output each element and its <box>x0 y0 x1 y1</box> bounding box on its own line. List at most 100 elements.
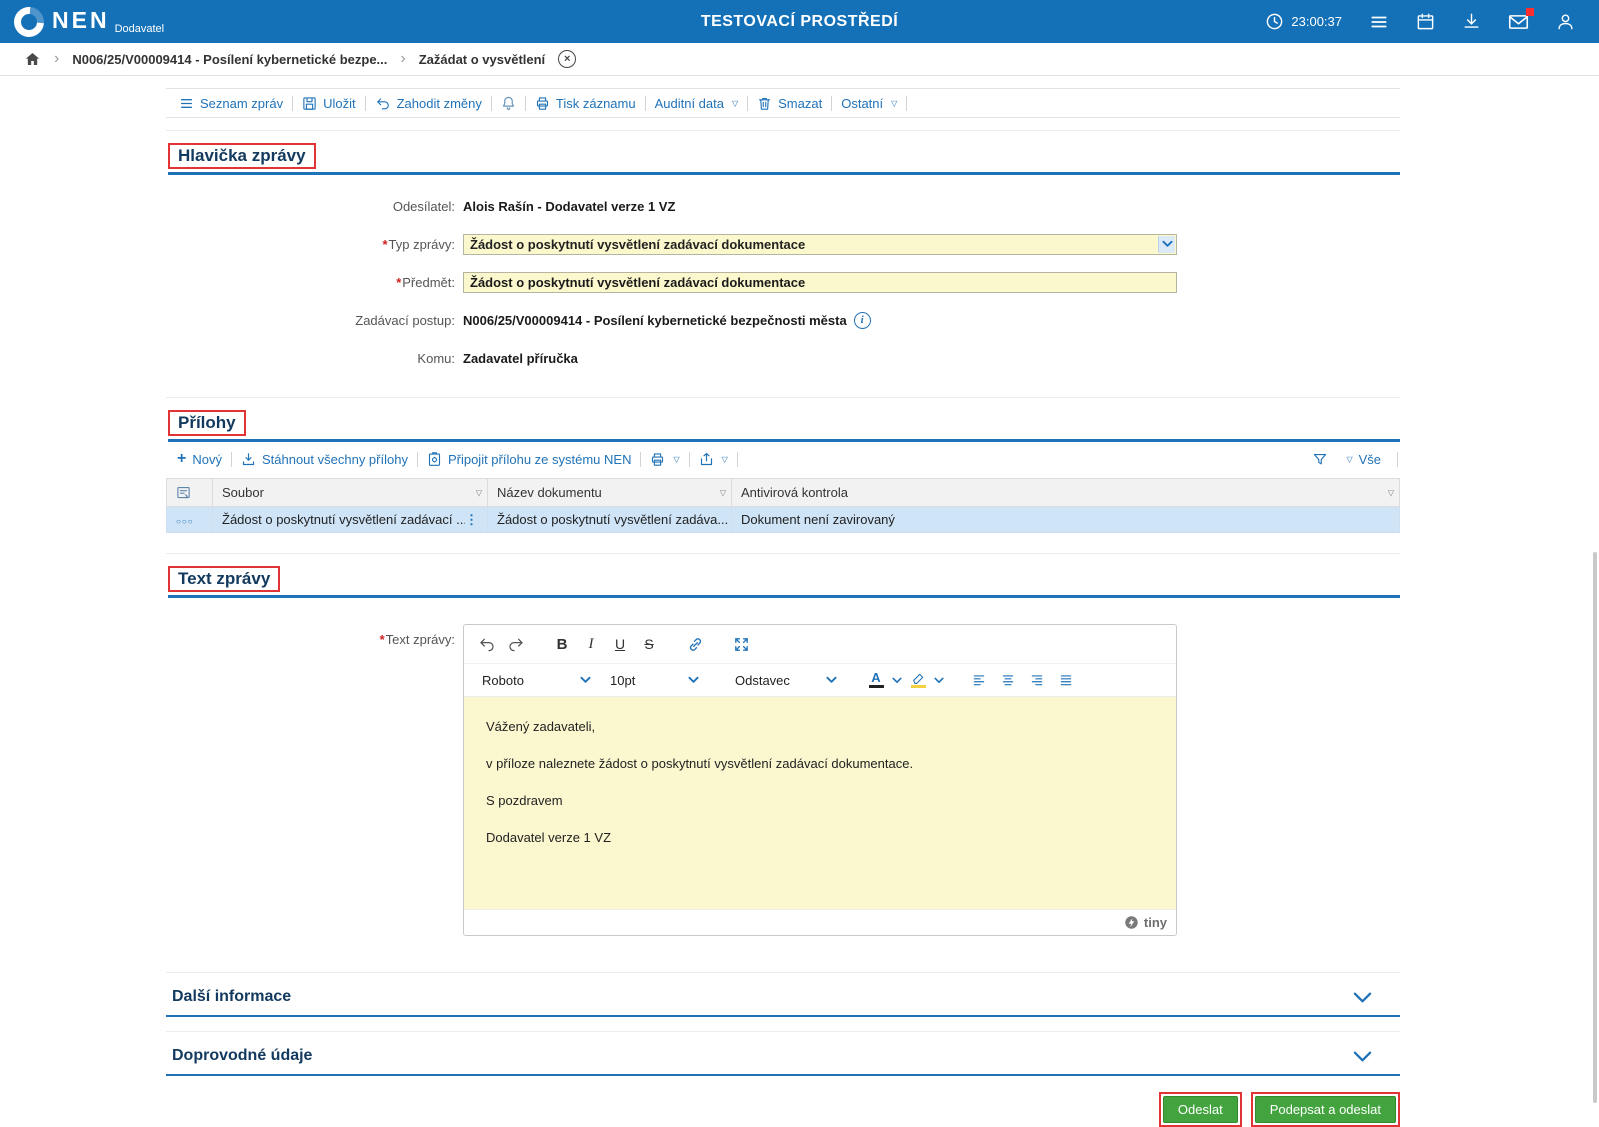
paragraph-format-select[interactable]: Odstavec <box>727 667 845 693</box>
column-header-soubor[interactable]: Soubor ▽ <box>212 478 488 507</box>
annotation-box: Text zprávy <box>168 566 281 592</box>
redo-button[interactable] <box>503 631 529 657</box>
predmet-input[interactable] <box>463 271 1177 293</box>
underline-button[interactable]: U <box>607 631 633 657</box>
dropdown-triangle-icon: ▽ <box>891 98 898 108</box>
menu-icon[interactable] <box>1369 13 1389 31</box>
link-button[interactable] <box>682 631 708 657</box>
calendar-icon[interactable] <box>1416 12 1435 31</box>
komu-label: Komu: <box>417 350 455 366</box>
view-all-dropdown[interactable]: ▽ Vše <box>1340 452 1385 467</box>
zadavaci-postup-value: N006/25/V00009414 - Posílení kybernetick… <box>463 312 847 328</box>
row-actions-icon[interactable]: ○○○ <box>176 517 194 526</box>
download-icon[interactable] <box>1462 12 1481 31</box>
highlight-color-dropdown-icon[interactable] <box>932 667 946 693</box>
other-dropdown[interactable]: Ostatní ▽ <box>832 96 906 111</box>
column-filter-icon[interactable]: ▽ <box>1388 488 1394 497</box>
close-tab-icon[interactable]: × <box>558 50 577 68</box>
table-row[interactable]: ○○○ Žádost o poskytnutí vysvětlení zadáv… <box>166 506 1400 533</box>
column-header-nazev-dokumentu[interactable]: Název dokumentu ▽ <box>487 478 732 507</box>
font-family-select[interactable]: Roboto <box>474 667 599 693</box>
delete-label: Smazat <box>778 95 823 111</box>
sign-and-send-button[interactable]: Podepsat a odeslat <box>1254 1096 1396 1123</box>
filter-icon[interactable] <box>1312 452 1328 467</box>
scrollbar[interactable] <box>1593 552 1597 1103</box>
dropdown-triangle-icon: ▽ <box>673 454 680 464</box>
annotation-box: Přílohy <box>168 410 246 436</box>
rich-text-editor: B I U S Roboto 10pt Odstavec A Vážený za… <box>463 624 1177 936</box>
notification-bell-icon[interactable] <box>492 95 525 111</box>
new-attachment-button[interactable]: + Nový <box>168 450 231 468</box>
attach-from-nen-button[interactable]: Připojit přílohu ze systému NEN <box>418 451 641 467</box>
save-button[interactable]: Uložit <box>293 96 365 111</box>
italic-button[interactable]: I <box>578 631 604 657</box>
attachments-table-header: Soubor ▽ Název dokumentu ▽ Antivirová ko… <box>166 478 1400 507</box>
message-header-form: Odesílatel: Alois Rašín - Dodavatel verz… <box>166 175 1400 385</box>
highlight-color-button[interactable] <box>907 667 929 693</box>
message-paragraph: Vážený zadavateli, <box>486 719 596 734</box>
align-justify-button[interactable] <box>1053 667 1079 693</box>
form-row-komu: Komu: Zadavatel příručka <box>166 339 1400 377</box>
form-row-zadavaci-postup: Zadávací postup: N006/25/V00009414 - Pos… <box>166 301 1400 339</box>
cell-soubor[interactable]: Žádost o poskytnutí vysvětlení zadávací … <box>222 512 465 527</box>
column-filter-icon[interactable]: ▽ <box>720 488 726 497</box>
print-attachments-dropdown[interactable]: ▽ <box>641 452 688 467</box>
text-color-button[interactable]: A <box>865 667 887 693</box>
fullscreen-button[interactable] <box>728 631 754 657</box>
align-center-button[interactable] <box>995 667 1021 693</box>
breadcrumb-procedure[interactable]: N006/25/V00009414 - Posílení kybernetick… <box>72 52 387 67</box>
doprovodne-udaje-title: Doprovodné údaje <box>172 1047 313 1064</box>
tiny-logo-text: tiny <box>1143 915 1167 930</box>
bold-button[interactable]: B <box>549 631 575 657</box>
form-row-typ-zpravy: *Typ zprávy: Žádost o poskytnutí vysvětl… <box>166 225 1400 263</box>
dalsi-informace-toggle[interactable]: Další informace <box>166 973 1400 1015</box>
odesilatel-label: Odesílatel: <box>392 198 455 214</box>
download-all-attachments-button[interactable]: Stáhnout všechny přílohy <box>232 452 417 467</box>
message-body-textarea[interactable]: Vážený zadavateli, v příloze naleznete ž… <box>464 696 1176 909</box>
message-list-label: Seznam zpráv <box>200 95 284 111</box>
tiny-logo-icon <box>1124 915 1139 930</box>
home-icon[interactable] <box>24 51 41 67</box>
typ-zpravy-selected-value: Žádost o poskytnutí vysvětlení zadávací … <box>470 236 806 252</box>
mail-icon[interactable] <box>1508 7 1534 31</box>
section-hlavicka-zpravy: Hlavička zprávy <box>166 130 1400 175</box>
print-record-button[interactable]: Tisk záznamu <box>526 96 645 111</box>
align-right-button[interactable] <box>1024 667 1050 693</box>
delete-button[interactable]: Smazat <box>748 96 831 111</box>
section-rule <box>166 1015 1400 1017</box>
audit-data-dropdown[interactable]: Auditní data ▽ <box>646 96 748 111</box>
text-color-dropdown-icon[interactable] <box>890 667 904 693</box>
section-doprovodne-udaje: Doprovodné údaje <box>166 1031 1400 1076</box>
brand-subtitle: Dodavatel <box>114 22 165 35</box>
user-icon[interactable] <box>1556 12 1575 31</box>
column-settings-header[interactable] <box>166 478 213 507</box>
column-header-antivirova-kontrola[interactable]: Antivirová kontrola ▽ <box>731 478 1400 507</box>
font-size-select[interactable]: 10pt <box>602 667 707 693</box>
dalsi-informace-title: Další informace <box>172 988 292 1005</box>
text-zpravy-label: *Text zprávy: <box>166 624 455 647</box>
send-button[interactable]: Odeslat <box>1162 1096 1238 1123</box>
print-record-label: Tisk záznamu <box>555 95 636 111</box>
strikethrough-button[interactable]: S <box>636 631 662 657</box>
message-list-button[interactable]: Seznam zpráv <box>170 96 292 111</box>
doprovodne-udaje-toggle[interactable]: Doprovodné údaje <box>166 1032 1400 1074</box>
typ-zpravy-select[interactable]: Žádost o poskytnutí vysvětlení zadávací … <box>463 233 1177 255</box>
column-header-soubor-label: Soubor <box>222 485 264 500</box>
column-filter-icon[interactable]: ▽ <box>476 488 482 497</box>
session-timer: 23:00:37 <box>1265 12 1342 31</box>
topbar: NEN Dodavatel TESTOVACÍ PROSTŘEDÍ 23:00:… <box>0 0 1599 43</box>
toolbar-divider <box>736 451 738 467</box>
paragraph-format-value: Odstavec <box>735 672 790 688</box>
plus-icon: + <box>177 450 187 467</box>
row-menu-icon[interactable]: ⋮ <box>465 512 478 528</box>
undo-button[interactable] <box>474 631 500 657</box>
align-left-button[interactable] <box>966 667 992 693</box>
export-attachments-dropdown[interactable]: ▽ <box>690 452 737 467</box>
discard-changes-button[interactable]: Zahodit změny <box>366 96 491 111</box>
session-time: 23:00:37 <box>1291 14 1342 29</box>
section-rule <box>166 1074 1400 1076</box>
nen-logo[interactable]: NEN Dodavatel <box>7 0 165 43</box>
typ-zpravy-label-text: Typ zprávy: <box>388 236 455 252</box>
info-icon[interactable]: i <box>853 311 871 329</box>
select-arrow-icon[interactable] <box>1158 235 1175 253</box>
